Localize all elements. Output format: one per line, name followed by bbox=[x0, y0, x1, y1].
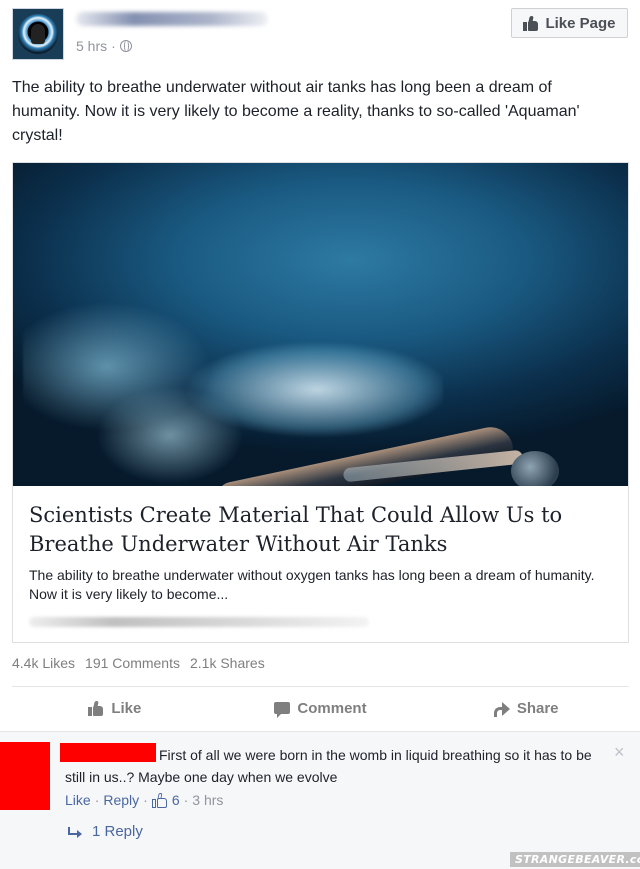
comment-like-link[interactable]: Like bbox=[65, 792, 91, 808]
post-timestamp[interactable]: 5 hrs · bbox=[76, 38, 132, 54]
meta-separator: · bbox=[94, 792, 100, 808]
action-bar: Like Comment Share bbox=[12, 692, 629, 724]
comment-button[interactable]: Comment bbox=[218, 692, 424, 724]
comment-icon bbox=[274, 702, 291, 718]
redacted-commenter-avatar[interactable] bbox=[0, 742, 50, 810]
action-divider bbox=[12, 686, 629, 687]
page-avatar[interactable] bbox=[12, 8, 64, 60]
share-button[interactable]: Share bbox=[423, 692, 629, 724]
replies-label: 1 Reply bbox=[92, 823, 143, 840]
swimmer-head bbox=[511, 451, 559, 486]
like-button-label: Like bbox=[111, 699, 142, 717]
link-preview-description: The ability to breathe underwater withou… bbox=[29, 567, 595, 602]
thumbs-up-outline-icon[interactable] bbox=[151, 792, 168, 808]
like-page-label: Like Page bbox=[545, 14, 616, 32]
reply-arrow-icon bbox=[68, 826, 82, 838]
comment-like-count[interactable]: 6 bbox=[172, 792, 180, 808]
shares-count[interactable]: 2.1k Shares bbox=[190, 655, 265, 671]
watermark: STRANGEBEAVER.com bbox=[510, 852, 640, 867]
comment-reply-link[interactable]: Reply bbox=[103, 792, 139, 808]
close-icon[interactable]: × bbox=[614, 743, 625, 761]
like-thumb-icon bbox=[88, 700, 104, 716]
thumb-icon bbox=[523, 15, 539, 31]
avatar-silhouette bbox=[31, 24, 45, 44]
redacted-commenter-name[interactable] bbox=[60, 743, 156, 762]
share-icon bbox=[493, 702, 510, 717]
avatar-image bbox=[18, 14, 58, 54]
blurred-link-domain bbox=[29, 617, 369, 627]
view-replies-link[interactable]: 1 Reply bbox=[68, 823, 143, 840]
timestamp-separator: · bbox=[111, 38, 116, 54]
share-button-label: Share bbox=[516, 699, 559, 717]
blurred-page-name[interactable] bbox=[76, 12, 268, 26]
facebook-post: 5 hrs · Like Page The ability to breathe… bbox=[0, 0, 640, 869]
like-button[interactable]: Like bbox=[12, 692, 218, 724]
link-preview-title[interactable]: Scientists Create Material That Could Al… bbox=[29, 501, 619, 559]
comments-count[interactable]: 191 Comments bbox=[85, 655, 180, 671]
link-preview-image[interactable] bbox=[13, 163, 628, 486]
likes-count[interactable]: 4.4k Likes bbox=[12, 655, 75, 671]
engagement-stats: 4.4k Likes 191 Comments 2.1k Shares bbox=[12, 655, 265, 671]
comment-meta: Like · Reply · 6 · 3 hrs bbox=[65, 792, 223, 808]
comment-button-label: Comment bbox=[297, 699, 367, 717]
link-preview-card[interactable]: Scientists Create Material That Could Al… bbox=[12, 162, 629, 643]
like-page-button[interactable]: Like Page bbox=[511, 8, 628, 38]
meta-separator: · bbox=[143, 792, 148, 808]
post-text: The ability to breathe underwater withou… bbox=[12, 79, 580, 144]
timestamp-text[interactable]: 5 hrs bbox=[76, 38, 107, 54]
meta-separator: · bbox=[183, 792, 189, 808]
globe-icon bbox=[119, 40, 132, 52]
comment-time[interactable]: 3 hrs bbox=[192, 792, 223, 808]
